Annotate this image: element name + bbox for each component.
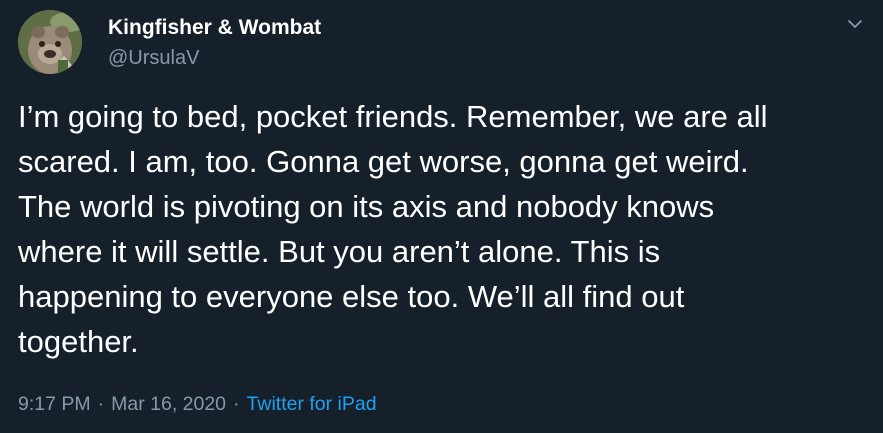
meta-separator: · xyxy=(97,393,105,415)
tweet-source-link[interactable]: Twitter for iPad xyxy=(247,393,377,415)
tweet-text-line: happening to everyone else too. We’ll al… xyxy=(18,279,685,314)
tweet-text: I’m going to bed, pocket friends. Rememb… xyxy=(18,94,868,364)
wombat-avatar-icon xyxy=(18,10,82,74)
tweet-text-line: I’m going to bed, pocket friends. Rememb… xyxy=(18,99,768,134)
tweet-text-line: together. xyxy=(18,324,139,359)
tweet-text-line: The world is pivoting on its axis and no… xyxy=(18,189,715,224)
tweet-date[interactable]: Mar 16, 2020 xyxy=(111,393,226,415)
author-name[interactable]: Kingfisher & Wombat xyxy=(108,15,321,41)
tweet-card: Kingfisher & Wombat @UrsulaV I’m going t… xyxy=(0,0,883,433)
tweet-text-line: where it will settle. But you aren’t alo… xyxy=(18,234,661,269)
chevron-down-icon xyxy=(848,20,862,28)
author-handle[interactable]: @UrsulaV xyxy=(108,46,199,70)
meta-separator: · xyxy=(233,393,240,415)
more-options-button[interactable] xyxy=(841,10,869,38)
tweet-time[interactable]: 9:17 PM xyxy=(18,393,91,415)
tweet-metadata: 9:17 PM · Mar 16, 2020 · Twitter for iPad xyxy=(18,391,377,417)
tweet-text-line: scared. I am, too. Gonna get worse, gonn… xyxy=(18,144,749,179)
avatar[interactable] xyxy=(18,10,82,74)
